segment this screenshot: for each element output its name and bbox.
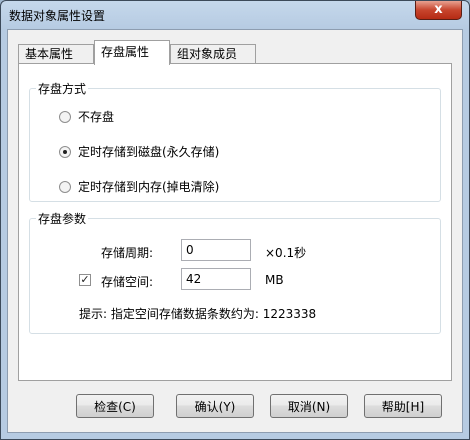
storage-properties-panel: 存盘方式 不存盘 定时存储到磁盘(永久存储) 定时存储到内存(掉电清除) 存盘参…: [18, 63, 452, 381]
storage-mode-legend: 存盘方式: [38, 82, 87, 96]
period-label: 存储周期:: [101, 246, 154, 260]
radio-button[interactable]: [59, 180, 71, 193]
space-unit: MB: [265, 273, 284, 287]
tab-storage-properties[interactable]: 存盘属性: [94, 40, 170, 65]
space-checkbox[interactable]: ✓: [79, 274, 91, 286]
close-button[interactable]: x: [415, 1, 462, 20]
radio-label: 定时存储到内存(掉电清除): [78, 180, 220, 194]
dialog-window: 数据对象属性设置 x 基本属性 存盘属性 组对象成员 存盘方式 不存盘 定时存储…: [0, 0, 470, 440]
window-title: 数据对象属性设置: [9, 9, 106, 23]
tab-basic-properties[interactable]: 基本属性: [18, 44, 94, 64]
radio-store-to-memory[interactable]: 定时存储到内存(掉电清除): [59, 178, 219, 195]
storage-params-legend: 存盘参数: [38, 212, 87, 226]
radio-no-storage[interactable]: 不存盘: [59, 108, 114, 125]
confirm-button[interactable]: 确认(Y): [176, 394, 254, 418]
dialog-client-area: 基本属性 存盘属性 组对象成员 存盘方式 不存盘 定时存储到磁盘(永久存储) 定…: [7, 29, 463, 433]
period-unit: ×0.1秒: [265, 246, 307, 260]
check-button[interactable]: 检查(C): [76, 394, 154, 418]
radio-label: 定时存储到磁盘(永久存储): [78, 145, 220, 159]
tab-group-members[interactable]: 组对象成员: [170, 44, 256, 64]
radio-label: 不存盘: [78, 110, 115, 124]
radio-store-to-disk[interactable]: 定时存储到磁盘(永久存储): [59, 143, 219, 160]
space-label: 存储空间:: [101, 275, 154, 289]
space-input[interactable]: [181, 268, 251, 290]
storage-hint: 提示: 指定空间存储数据条数约为: 1223338: [79, 307, 317, 321]
period-input[interactable]: [181, 239, 251, 261]
close-icon: x: [434, 2, 443, 17]
radio-button-checked[interactable]: [59, 145, 71, 158]
title-bar[interactable]: 数据对象属性设置 x: [1, 1, 469, 29]
radio-button[interactable]: [59, 110, 71, 123]
cancel-button[interactable]: 取消(N): [270, 394, 348, 418]
help-button[interactable]: 帮助[H]: [364, 394, 442, 418]
